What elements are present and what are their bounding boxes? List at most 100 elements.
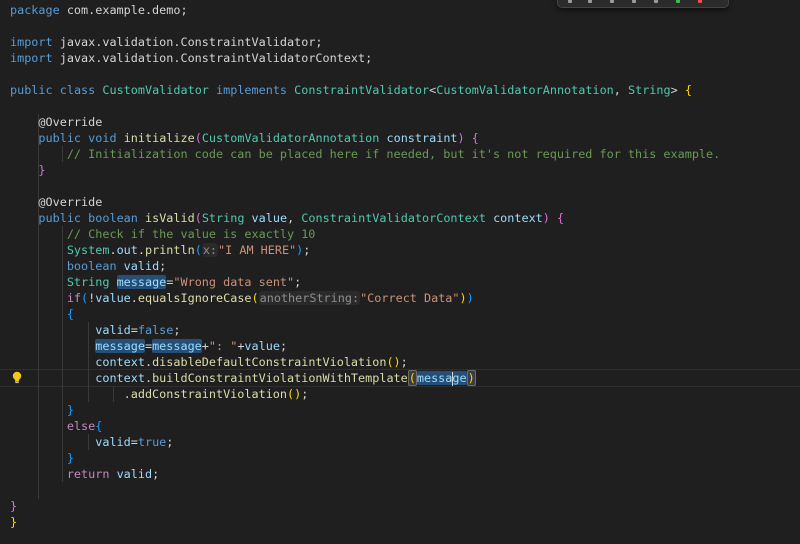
comment: // Check if the value is exactly 10 — [66, 227, 316, 241]
code-line-call: context.buildConstraintViolationWithTemp… — [95, 370, 476, 386]
variable: value — [244, 339, 280, 353]
code-line-open-brace: { — [66, 307, 74, 321]
keyword: if — [66, 291, 82, 305]
parameter: constraint — [386, 131, 458, 145]
keyword: public — [10, 83, 53, 97]
keyword: boolean — [88, 211, 138, 225]
keyword: void — [88, 131, 117, 145]
code-line-assignment: message=message+": "+value; — [95, 339, 288, 353]
code-line-package: package com.example.demo; — [10, 2, 188, 18]
variable-highlighted: message — [416, 371, 467, 386]
code-line-println: System.out.println(x:"I AM HERE"); — [66, 243, 311, 257]
variable: value — [95, 291, 131, 305]
keyword: public — [38, 131, 82, 145]
keyword: else — [66, 419, 96, 433]
variable-highlighted: message — [152, 339, 202, 353]
code-line-else: else{ — [66, 419, 103, 433]
code-line-declaration: boolean valid; — [66, 259, 167, 273]
keyword: false — [137, 323, 174, 337]
variable: context — [95, 371, 145, 385]
string-literal: "Wrong data sent" — [173, 275, 295, 289]
code-line-close-brace: } — [66, 403, 74, 417]
method-name: equalsIgnoreCase — [137, 291, 252, 305]
variable: valid — [123, 259, 160, 273]
type-name: System — [66, 243, 110, 257]
code-line-close-brace: } — [66, 451, 74, 465]
method-name: buildConstraintViolationWithTemplate — [152, 371, 408, 385]
code-line-method-isvalid: public boolean isValid(String value, Con… — [38, 211, 565, 225]
code-line-assignment: valid=true; — [95, 435, 174, 449]
keyword: package — [10, 3, 60, 17]
code-line-if: if(!value.equalsIgnoreCase(anotherString… — [66, 291, 474, 305]
step-into-icon[interactable] — [632, 0, 636, 3]
drag-handle-icon[interactable] — [568, 0, 572, 3]
parameter: context — [493, 211, 543, 225]
keyword: class — [59, 83, 96, 97]
method-name: initialize — [123, 131, 195, 145]
variable: valid — [116, 467, 153, 481]
parameter-hint: anotherString: — [258, 291, 361, 305]
package-name: com.example.demo; — [66, 3, 188, 17]
code-line-method-initialize: public void initialize(CustomValidatorAn… — [38, 131, 479, 145]
parameter-hint: x: — [201, 243, 219, 257]
code-line-annotation: @Override — [10, 194, 102, 210]
keyword: import — [10, 51, 53, 65]
restart-icon[interactable] — [676, 0, 680, 3]
type-name: String — [201, 211, 245, 225]
type-name: String — [66, 275, 110, 289]
variable-highlighted: message — [116, 275, 167, 289]
string-literal: "I AM HERE" — [218, 243, 297, 257]
code-line-declaration: String message="Wrong data sent"; — [66, 275, 302, 289]
keyword: return — [66, 467, 110, 481]
keyword: implements — [216, 83, 288, 97]
stop-icon[interactable] — [698, 0, 702, 3]
annotation: @Override — [38, 115, 103, 129]
import-path: javax.validation.ConstraintValidator; — [59, 35, 323, 49]
keyword: public — [38, 211, 82, 225]
code-line-comment: // Initialization code can be placed her… — [10, 146, 720, 162]
code-editor[interactable]: package com.example.demo; import javax.v… — [0, 0, 800, 544]
class-name: CustomValidator — [102, 83, 209, 97]
code-line-close-brace: } — [10, 515, 18, 529]
code-line-call: .addConstraintViolation(); — [10, 387, 309, 401]
type-name: CustomValidatorAnnotation — [201, 131, 380, 145]
code-line-comment: // Check if the value is exactly 10 — [10, 226, 316, 242]
code-line-assignment: valid=false; — [95, 323, 181, 337]
message-part: messa — [416, 371, 453, 385]
code-line-return: return valid; — [66, 467, 160, 481]
code-line-class-declaration: public class CustomValidator implements … — [10, 83, 692, 97]
message-part: ge — [452, 371, 467, 385]
method-name: disableDefaultConstraintViolation — [152, 355, 387, 369]
variable: valid — [95, 435, 131, 449]
import-path: javax.validation.ConstraintValidatorCont… — [59, 51, 373, 65]
type-name: ConstraintValidatorContext — [301, 211, 486, 225]
parameter: value — [251, 211, 288, 225]
code-line-close-brace: } — [10, 499, 18, 513]
code-line-annotation: @Override — [10, 114, 102, 130]
type-name: String — [628, 83, 671, 97]
interface-name: ConstraintValidator — [294, 83, 430, 97]
method-name: addConstraintViolation — [130, 387, 288, 401]
code-line-import: import javax.validation.ConstraintValida… — [10, 50, 372, 66]
variable-highlighted: message — [95, 339, 145, 353]
step-over-icon[interactable] — [610, 0, 614, 3]
annotation: @Override — [38, 195, 103, 209]
step-out-icon[interactable] — [654, 0, 658, 3]
lightbulb-icon[interactable] — [11, 371, 23, 384]
comment: // Initialization code can be placed her… — [66, 147, 721, 161]
debug-toolbar[interactable] — [557, 0, 729, 8]
keyword: import — [10, 35, 53, 49]
string-literal: "Correct Data" — [360, 291, 460, 305]
continue-icon[interactable] — [588, 0, 592, 3]
code-line-import: import javax.validation.ConstraintValida… — [10, 34, 323, 50]
method-name: isValid — [144, 211, 195, 225]
type-name: CustomValidatorAnnotation — [436, 83, 614, 97]
code-line-call: context.disableDefaultConstraintViolatio… — [95, 355, 408, 369]
variable: context — [95, 355, 145, 369]
method-name: println — [144, 243, 195, 257]
variable: valid — [95, 323, 131, 337]
keyword: boolean — [66, 259, 117, 273]
field: out — [116, 243, 138, 257]
string-literal: ": " — [208, 339, 238, 353]
keyword: true — [137, 435, 167, 449]
